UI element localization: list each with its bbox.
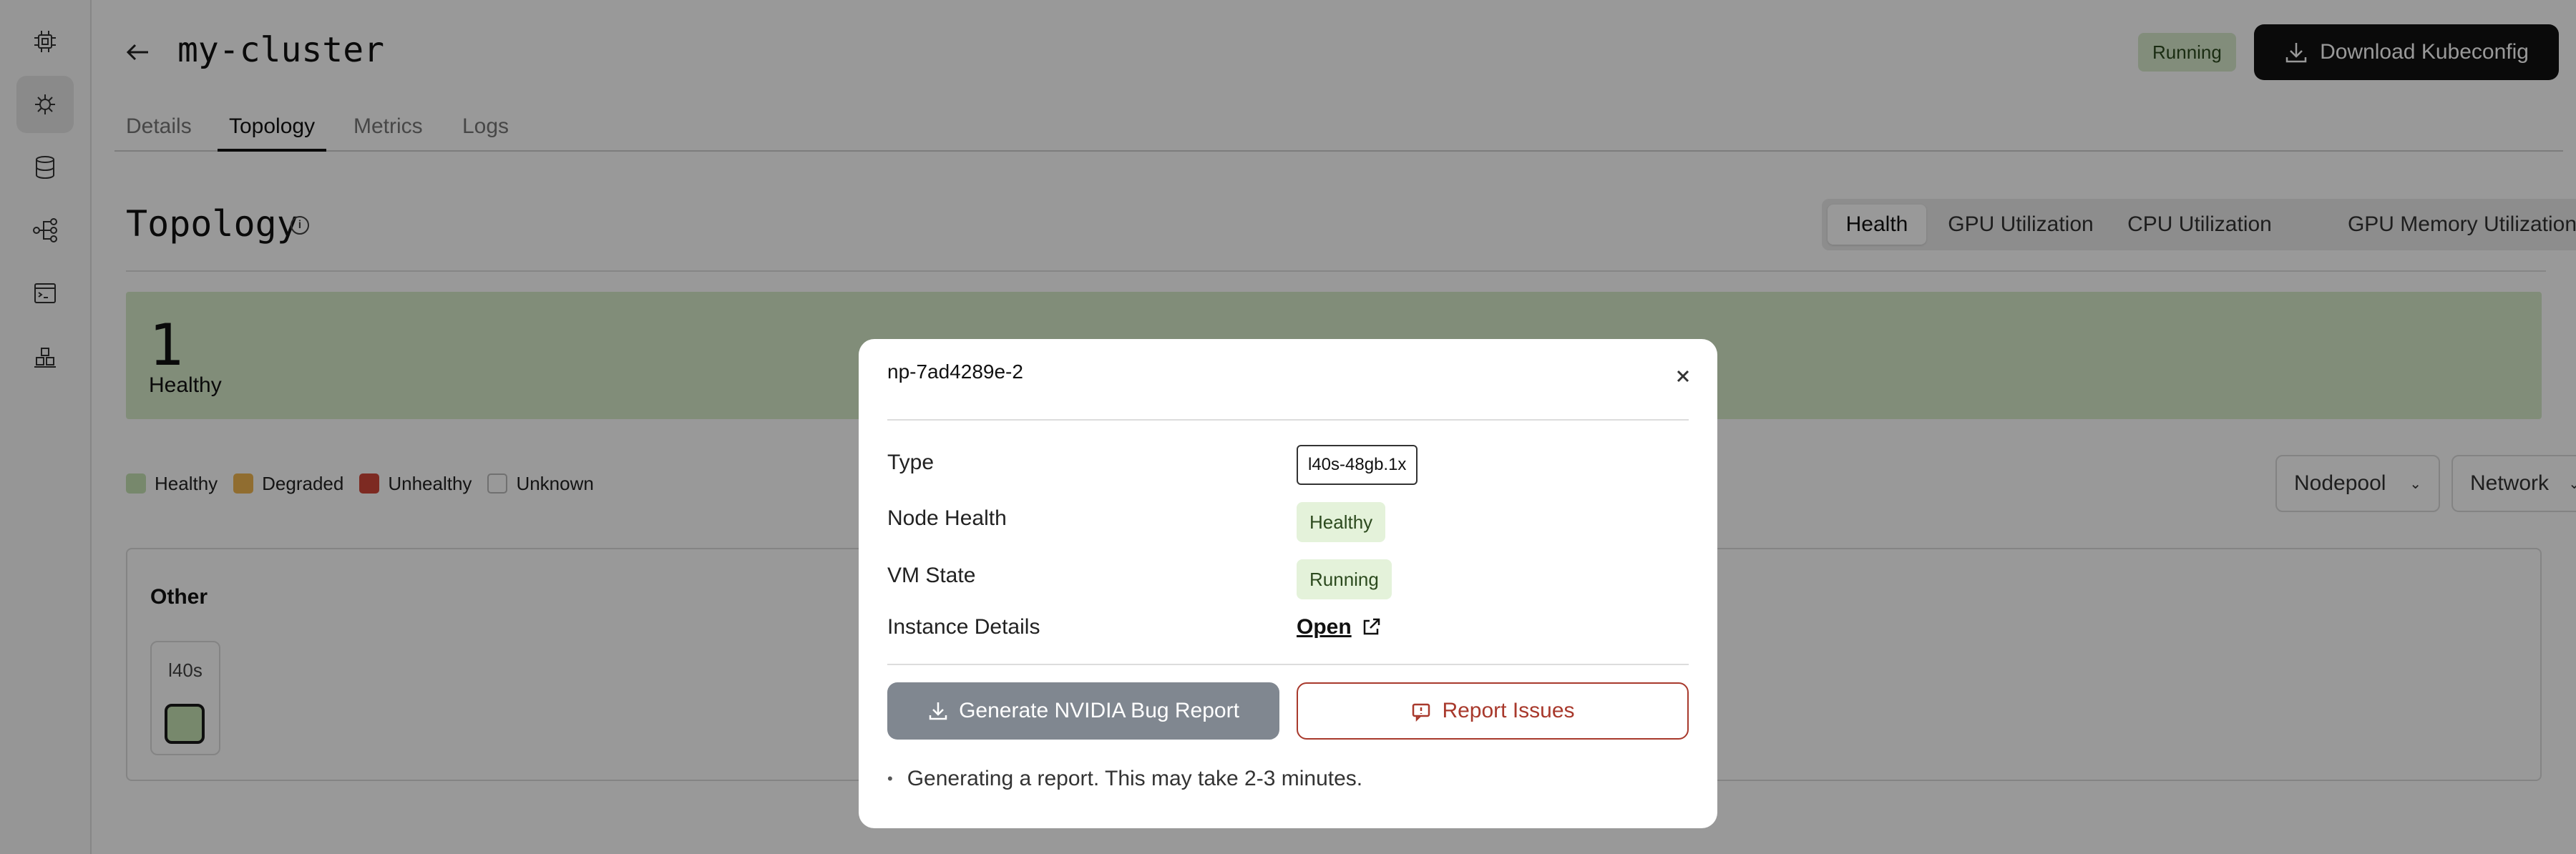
report-issues-label: Report Issues (1442, 699, 1575, 722)
generate-bug-report-label: Generate NVIDIA Bug Report (959, 699, 1239, 722)
node-health-badge: Healthy (1297, 502, 1386, 542)
modal-divider (887, 419, 1689, 421)
modal-divider (887, 664, 1689, 665)
bullet-icon: • (887, 770, 893, 787)
instance-open-link[interactable]: Open (1297, 615, 1382, 639)
type-value: l40s-48gb.1x (1297, 445, 1418, 485)
instance-details-label: Instance Details (887, 615, 1040, 639)
download-icon (929, 702, 947, 720)
node-details-modal: np-7ad4289e-2 Type l40s-48gb.1x Node Hea… (859, 339, 1717, 828)
node-health-label: Node Health (887, 506, 1007, 530)
instance-open-label: Open (1297, 615, 1352, 639)
vm-state-badge: Running (1297, 559, 1392, 599)
type-label: Type (887, 451, 935, 474)
close-icon (1677, 370, 1689, 383)
report-progress-text: Generating a report. This may take 2-3 m… (907, 767, 1363, 790)
report-progress-note: • Generating a report. This may take 2-3… (887, 767, 1362, 791)
external-link-icon (1363, 618, 1380, 635)
generate-bug-report-button[interactable]: Generate NVIDIA Bug Report (887, 682, 1279, 740)
close-button[interactable] (1672, 365, 1694, 388)
modal-title: np-7ad4289e-2 (887, 360, 1023, 383)
vm-state-label: VM State (887, 564, 976, 587)
report-issues-button[interactable]: Report Issues (1297, 682, 1689, 740)
report-icon (1413, 703, 1430, 722)
